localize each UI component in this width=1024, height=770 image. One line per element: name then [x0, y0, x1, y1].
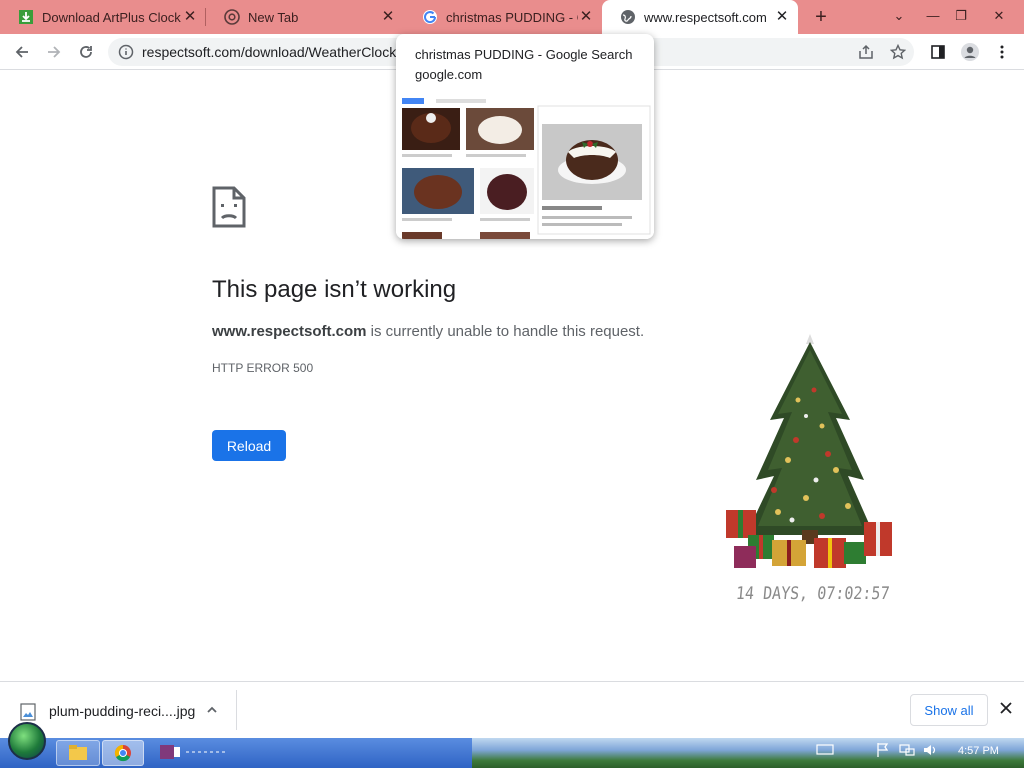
- error-message: www.respectsoft.com is currently unable …: [212, 323, 644, 340]
- tab-hover-card: christmas PUDDING - Google Search google…: [396, 34, 654, 239]
- url-text[interactable]: respectsoft.com/download/WeatherClock: [142, 44, 398, 60]
- chrome-icon: [114, 744, 131, 762]
- chrome-icon: [224, 9, 240, 25]
- share-icon: [859, 44, 873, 59]
- taskbar-clock[interactable]: 4:57 PM: [958, 745, 999, 757]
- flag-icon[interactable]: [876, 742, 892, 764]
- image-file-icon: [20, 703, 36, 721]
- tab-respectsoft[interactable]: www.respectsoft.com ✕: [602, 0, 798, 34]
- pudding-image-2: [466, 108, 534, 150]
- error-title: This page isn’t working: [212, 276, 457, 303]
- taskbar-chrome[interactable]: [102, 740, 144, 766]
- share-button[interactable]: [852, 38, 880, 66]
- tab-preview-thumbnail: [396, 94, 654, 239]
- tab-close-icon[interactable]: ✕: [774, 9, 790, 25]
- tab-download-artplus[interactable]: Download ArtPlus Clock ✕: [0, 0, 206, 34]
- side-panel-icon: [931, 45, 945, 59]
- download-icon: [19, 10, 33, 24]
- volume-icon[interactable]: [922, 742, 940, 764]
- kebab-menu-icon: [1000, 45, 1004, 59]
- google-icon: [423, 10, 437, 24]
- pudding-image-4: [480, 168, 534, 214]
- reload-toolbar-button[interactable]: [72, 38, 100, 66]
- menu-button[interactable]: [988, 38, 1016, 66]
- onenote-icon: [160, 745, 226, 759]
- taskbar-background-image: [472, 738, 1024, 768]
- keyboard-icon[interactable]: [816, 742, 836, 764]
- back-arrow-icon: [15, 46, 28, 58]
- download-bar: plum-pudding-reci....jpg Show all: [0, 681, 1024, 738]
- close-window-button[interactable]: ✕: [984, 6, 1014, 26]
- start-button[interactable]: [8, 722, 46, 760]
- taskbar-explorer[interactable]: [56, 740, 100, 766]
- pudding-image-3: [402, 168, 474, 214]
- chevron-up-icon[interactable]: [205, 703, 219, 717]
- countdown-timer: 14 DAYS, 07:02:57: [735, 582, 891, 604]
- network-icon[interactable]: [898, 742, 916, 764]
- tab-close-icon[interactable]: ✕: [380, 9, 396, 25]
- download-filename[interactable]: plum-pudding-reci....jpg: [49, 703, 195, 719]
- tab-title: Download ArtPlus Clock: [42, 9, 181, 25]
- reload-button[interactable]: Reload: [212, 430, 286, 461]
- pudding-image-1: [402, 108, 460, 150]
- pudding-image-large: [542, 124, 642, 200]
- download-divider: [236, 690, 237, 730]
- close-icon[interactable]: [998, 700, 1014, 716]
- restore-button[interactable]: ❐: [946, 6, 976, 26]
- tab-close-icon[interactable]: ✕: [578, 9, 594, 25]
- error-message-text: is currently unable to handle this reque…: [366, 323, 645, 340]
- tab-title: www.respectsoft.com: [644, 9, 767, 25]
- tab-search-chevron-icon[interactable]: ⌄: [884, 6, 914, 26]
- error-code: HTTP ERROR 500: [212, 361, 314, 375]
- tab-close-icon[interactable]: ✕: [182, 9, 198, 25]
- forward-button[interactable]: [40, 38, 68, 66]
- tab-strip: Download ArtPlus Clock ✕ New Tab ✕ chris…: [0, 0, 1024, 34]
- hover-card-domain: google.com: [415, 67, 483, 82]
- sad-page-icon: [212, 186, 246, 228]
- error-host: www.respectsoft.com: [212, 323, 367, 340]
- star-icon: [890, 44, 906, 60]
- profile-button[interactable]: [956, 38, 984, 66]
- avatar-icon: [961, 43, 979, 61]
- refresh-icon: [80, 46, 92, 58]
- info-icon[interactable]: [118, 44, 134, 60]
- show-all-button[interactable]: Show all: [910, 694, 988, 726]
- globe-icon: [621, 10, 635, 24]
- folder-icon: [69, 745, 87, 760]
- taskbar-onenote[interactable]: [150, 740, 234, 766]
- bookmark-button[interactable]: [884, 38, 912, 66]
- back-button[interactable]: [8, 38, 36, 66]
- tab-christmas-pudding[interactable]: christmas PUDDING - Goo ✕: [404, 0, 602, 34]
- minimize-button[interactable]: —: [918, 6, 948, 26]
- tab-new-tab[interactable]: New Tab ✕: [206, 0, 404, 34]
- tab-title: christmas PUDDING - Goo: [446, 9, 578, 25]
- tab-title: New Tab: [248, 9, 299, 25]
- christmas-tree-image: [726, 334, 892, 568]
- new-tab-button[interactable]: +: [810, 7, 832, 29]
- side-panel-button[interactable]: [924, 38, 952, 66]
- forward-arrow-icon: [48, 46, 61, 58]
- hover-card-title: christmas PUDDING - Google Search: [415, 47, 633, 62]
